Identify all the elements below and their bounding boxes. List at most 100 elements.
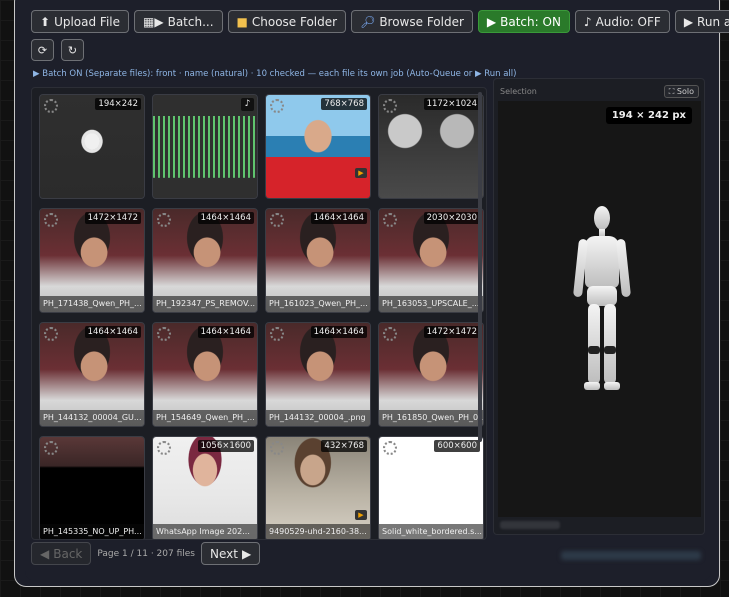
file-grid-container: 194×242 ♪ 768×768 ▶ 1172×1024 1472×1472 PH_171… [31,87,487,540]
select-checkbox[interactable] [44,99,58,113]
batch-toggle-label: Batch: ON [500,14,561,29]
folder-icon: ■ [236,14,248,29]
choose-folder-label: Choose Folder [251,14,338,29]
file-name: PH_192347_PS_REMOV... [153,296,257,312]
batch-label: Batch... [167,14,214,29]
file-name: PH_144132_00004_GU... [40,410,144,426]
file-tile[interactable]: 1472×1472 PH_161850_Qwen_PH_0... [378,322,484,427]
dimensions-badge: 194×242 [95,98,141,110]
magnifier-icon: 🔎︎ [360,14,376,29]
select-checkbox[interactable] [270,213,284,227]
panel-inner: ⬆ Upload File ▦▶ Batch... ■ Choose Folde… [25,0,729,581]
file-tile[interactable]: 2030×2030 PH_163053_UPSCALE_... [378,208,484,313]
dimensions-badge: 1472×1472 [423,326,480,338]
choose-folder-button[interactable]: ■ Choose Folder [227,10,347,33]
upload-file-label: Upload File [54,14,121,29]
batch-toggle-button[interactable]: ▶ Batch: ON [477,10,570,33]
run-all-button[interactable]: ▶ Run all [674,10,729,33]
file-name: PH_145335_NO_UP_PH... [40,524,144,539]
file-name: Solid_white_bordered.s... [379,524,483,539]
file-tile[interactable]: 1464×1464 PH_144132_00004_GU... [39,322,145,427]
upload-icon: ⬆ [40,14,51,29]
rotate-left-icon: ⟳ [37,43,48,57]
video-icon: ▶ [355,168,367,178]
select-checkbox[interactable] [270,99,284,113]
next-button[interactable]: Next ▶ [200,542,261,565]
select-checkbox[interactable] [44,213,58,227]
file-name: PH_154649_Qwen_PH_... [153,410,257,426]
select-checkbox[interactable] [383,99,397,113]
solo-button[interactable]: ⛶ Solo [663,85,699,98]
file-name: PH_161850_Qwen_PH_0... [379,410,483,426]
file-tile[interactable]: 1056×1600 WhatsApp Image 202... [152,436,258,539]
select-checkbox[interactable] [383,327,397,341]
file-tile[interactable]: 1464×1464 PH_144132_00004_.png [265,322,371,427]
play-icon: ▶ [683,14,694,29]
dimensions-badge: 1464×1464 [197,212,254,224]
select-checkbox[interactable] [383,213,397,227]
video-icon: ▶ [355,510,367,520]
select-checkbox[interactable] [157,441,171,455]
dimensions-badge: 1172×1024 [423,98,480,110]
dimensions-badge: 432×768 [321,440,367,452]
select-checkbox[interactable] [270,441,284,455]
dimensions-badge: 1464×1464 [84,326,141,338]
file-tile[interactable]: 1464×1464 PH_192347_PS_REMOV... [152,208,258,313]
select-checkbox[interactable] [270,327,284,341]
rotate-left-button[interactable]: ⟳ [31,39,54,61]
upload-file-button[interactable]: ⬆ Upload File [31,10,130,33]
batch-button[interactable]: ▦▶ Batch... [134,10,223,33]
select-checkbox[interactable] [157,327,171,341]
file-tile[interactable]: 194×242 [39,94,145,199]
browse-folder-button[interactable]: 🔎︎ Browse Folder [351,10,473,33]
refresh-button[interactable]: ↻ [61,39,84,61]
refresh-icon: ↻ [67,43,78,57]
batch-info: ▶ Batch ON (Separate files): front · nam… [33,69,516,79]
file-tile[interactable]: 768×768 ▶ [265,94,371,199]
dimensions-badge: 1056×1600 [197,440,254,452]
mannequin-figure [572,206,633,406]
secondary-toolbar: ⟳ ↻ [31,39,84,61]
app-panel: ⬆ Upload File ▦▶ Batch... ■ Choose Folde… [14,0,729,587]
audio-toggle-button[interactable]: ♪ Audio: OFF [574,10,670,33]
footer-status-blurred [561,551,701,560]
file-tile[interactable]: 1464×1464 PH_154649_Qwen_PH_... [152,322,258,427]
file-name: PH_161023_Qwen_PH_... [266,296,370,312]
select-checkbox[interactable] [383,441,397,455]
select-checkbox[interactable] [157,213,171,227]
music-note-icon: ♪ [241,98,254,111]
grid-scrollbar[interactable] [478,92,482,442]
preview-dimensions: 194 × 242 px [605,107,692,124]
file-tile[interactable]: 432×768 ▶ 9490529-uhd-2160-38... [265,436,371,539]
file-tile[interactable]: 1464×1464 PH_161023_Qwen_PH_... [265,208,371,313]
file-name: WhatsApp Image 202... [153,524,257,539]
dimensions-badge: 2030×2030 [423,212,480,224]
file-name: PH_171438_Qwen_PH_... [40,296,144,312]
file-tile[interactable]: ♪ [152,94,258,199]
file-tile[interactable]: 600×600 Solid_white_bordered.s... [378,436,484,539]
next-label: Next [209,546,238,561]
toolbar: ⬆ Upload File ▦▶ Batch... ■ Choose Folde… [31,10,729,33]
dimensions-badge: 600×600 [434,440,480,452]
browse-folder-label: Browse Folder [379,14,464,29]
pagination: ◀ Back Page 1 / 11 · 207 files Next ▶ [31,542,261,565]
file-tile[interactable]: 1472×1472 PH_171438_Qwen_PH_... [39,208,145,313]
file-tile[interactable]: 1172×1024 [378,94,484,199]
batch-info-text: Batch ON (Separate files): front · name … [42,69,517,79]
next-arrow-icon: ▶ [241,546,252,561]
file-name: PH_144132_00004_.png [266,410,370,426]
file-grid: 194×242 ♪ 768×768 ▶ 1172×1024 1472×1472 PH_171… [39,94,484,539]
dimensions-badge: 1472×1472 [84,212,141,224]
dimensions-badge: 1464×1464 [197,326,254,338]
dimensions-badge: 768×768 [321,98,367,110]
expand-icon: ⛶ [668,87,677,96]
back-button[interactable]: ◀ Back [31,542,92,565]
file-tile[interactable]: PH_145335_NO_UP_PH... [39,436,145,539]
audio-toggle-label: Audio: OFF [595,14,661,29]
select-checkbox[interactable] [44,327,58,341]
page-info: Page 1 / 11 · 207 files [97,548,195,559]
selection-filename-blurred [500,521,560,529]
select-checkbox[interactable] [44,441,58,455]
file-name: PH_163053_UPSCALE_... [379,296,483,312]
selection-panel: Selection ⛶ Solo 194 × 242 px [493,78,705,535]
